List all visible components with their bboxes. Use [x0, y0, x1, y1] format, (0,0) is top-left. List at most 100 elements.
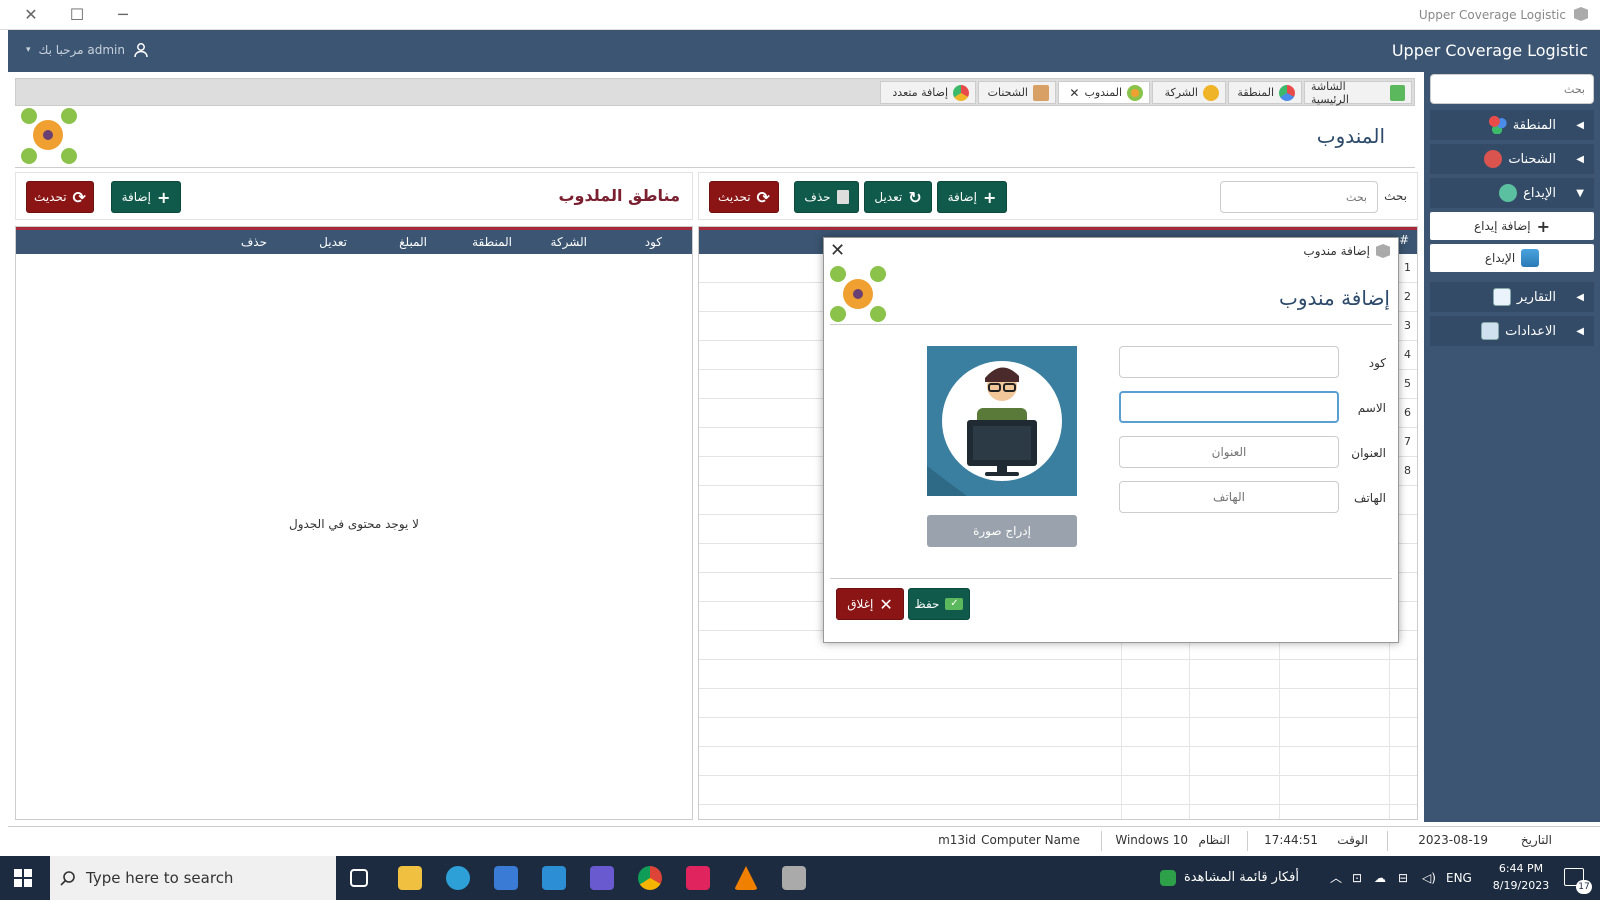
- table-row: [699, 776, 1417, 805]
- tab-close-icon[interactable]: ✕: [1069, 86, 1079, 100]
- col-company[interactable]: الشركة: [551, 235, 587, 249]
- rider-icon[interactable]: [686, 866, 710, 890]
- insert-image-button[interactable]: إدراج صورة: [927, 515, 1077, 547]
- sidebar-search-input[interactable]: [1430, 74, 1594, 104]
- table-row: [699, 747, 1417, 776]
- add-button[interactable]: إضافة +: [937, 181, 1007, 213]
- address-input[interactable]: [1119, 436, 1339, 468]
- status-os: Windows 10: [1115, 833, 1188, 847]
- clock[interactable]: 6:44 PM 8/19/2023: [1486, 860, 1556, 894]
- store-icon[interactable]: [494, 866, 518, 890]
- delegate-logo-icon: [17, 106, 77, 166]
- delegate-regions-table: كود الشركة المنطقة المبلغ تعديل حذف لا ي…: [15, 226, 693, 820]
- vlc-icon[interactable]: [734, 866, 758, 890]
- expand-arrow-icon: ◀: [1576, 291, 1584, 303]
- taskbar: Type here to search أفكار قائمة المشاهدة…: [0, 856, 1600, 900]
- volume-icon[interactable]: ◁): [1422, 856, 1436, 900]
- right-toolbar: تحديث ⟳ حذف تعديل ↻ إضافة + بحث: [698, 172, 1418, 220]
- meet-icon[interactable]: ⊡: [1352, 856, 1362, 900]
- cloud-icon[interactable]: ☁: [1374, 856, 1386, 900]
- sidebar-item-region[interactable]: المنطقة ◀: [1430, 110, 1594, 140]
- user-greeting: مرحبا بك admin: [38, 43, 125, 57]
- code-input[interactable]: [1119, 346, 1339, 378]
- tab-shipments[interactable]: الشحنات: [978, 81, 1056, 104]
- deposit-icon: [1499, 184, 1518, 202]
- window-titlebar: ✕ ☐ ─ Upper Coverage Logistic: [0, 0, 1600, 30]
- app-taskbar-icon[interactable]: [782, 866, 806, 890]
- language-indicator[interactable]: ENG: [1446, 856, 1472, 900]
- region-icon: [1279, 84, 1295, 101]
- left-toolbar: تحديث ⟳ إضافة + مناطق الملدوب: [15, 172, 693, 220]
- col-region[interactable]: المنطقة: [472, 235, 512, 249]
- app-icon: [1574, 7, 1588, 21]
- task-view-icon[interactable]: [350, 869, 368, 887]
- tab-delegate[interactable]: ✕ المندوب: [1058, 81, 1150, 104]
- tab-region[interactable]: المنطقة: [1228, 81, 1302, 104]
- taskbar-search[interactable]: Type here to search: [50, 856, 336, 900]
- maximize-window-button[interactable]: ☐: [62, 4, 92, 26]
- table-row: [699, 718, 1417, 747]
- save-button[interactable]: حفظ ✓: [908, 588, 970, 620]
- status-bar: 2023-08-19 التاريخ الوقت 17:44:51 النظام…: [8, 826, 1600, 854]
- check-icon: ✓: [945, 598, 964, 610]
- close-window-button[interactable]: ✕: [16, 4, 46, 26]
- deposit-icon: [1521, 249, 1540, 267]
- col-amount[interactable]: المبلغ: [399, 235, 427, 249]
- tab-company[interactable]: الشركة: [1152, 81, 1226, 104]
- close-button[interactable]: إغلاق ✕: [836, 588, 904, 620]
- news-widget[interactable]: أفكار قائمة المشاهدة: [1184, 856, 1299, 900]
- sidebar-item-deposit[interactable]: الإيداع ▼: [1430, 178, 1594, 208]
- phone-input[interactable]: [1119, 481, 1339, 513]
- status-computer: m13id: [938, 833, 976, 847]
- edit-button[interactable]: تعديل ↻: [864, 181, 932, 213]
- app-icon: [1376, 244, 1390, 258]
- status-time: 17:44:51: [1264, 833, 1318, 847]
- delegate-regions-title: مناطق الملدوب: [558, 186, 680, 205]
- name-label: الاسم: [1357, 401, 1386, 415]
- tray-chevron-icon[interactable]: ︿: [1330, 856, 1342, 900]
- shipments-icon: [1484, 150, 1503, 168]
- close-icon[interactable]: ✕: [830, 240, 845, 261]
- col-delete[interactable]: حذف: [241, 235, 267, 249]
- tab-home[interactable]: الشاشة الرئيسية: [1304, 80, 1412, 106]
- sidebar: المنطقة ◀ الشحنات ◀ الإيداع ▼ إضافة إيدا…: [1424, 72, 1600, 822]
- tab-add-multiple[interactable]: إضافة متعدد: [880, 81, 976, 104]
- dialog-title: إضافة مندوب: [1303, 244, 1390, 258]
- empty-table-message: لا يوجد محتوى في الجدول: [288, 517, 420, 531]
- network-icon[interactable]: ⊟: [1398, 856, 1408, 900]
- search-label: بحث: [1384, 189, 1407, 203]
- close-icon: ✕: [879, 594, 893, 614]
- edge-icon[interactable]: [446, 866, 470, 890]
- sidebar-item-shipments[interactable]: الشحنات ◀: [1430, 144, 1594, 174]
- brand-title: Upper Coverage Logistic: [1391, 41, 1588, 60]
- sidebar-subitem-add-deposit[interactable]: إضافة إيداع +: [1430, 212, 1594, 240]
- mail-icon[interactable]: [542, 866, 566, 890]
- sidebar-subitem-deposit[interactable]: الإيداع: [1430, 244, 1594, 272]
- box-icon: [1033, 84, 1049, 101]
- minimize-window-button[interactable]: ─: [108, 4, 138, 26]
- left-add-button[interactable]: إضافة +: [111, 181, 181, 213]
- news-icon[interactable]: [1160, 870, 1176, 886]
- delete-button[interactable]: حذف: [794, 181, 859, 213]
- col-code[interactable]: كود: [645, 235, 662, 249]
- dialog-heading: إضافة مندوب: [1278, 286, 1390, 310]
- tab-bar: الشاشة الرئيسية المنطقة الشركة ✕ المندوب…: [15, 78, 1415, 106]
- sidebar-item-reports[interactable]: التقارير ◀: [1430, 282, 1594, 312]
- left-refresh-button[interactable]: تحديث ⟳: [26, 181, 94, 213]
- code-label: كود: [1368, 356, 1386, 370]
- windows-start-icon[interactable]: [14, 869, 32, 887]
- search-input[interactable]: [1220, 181, 1378, 213]
- name-input[interactable]: [1119, 391, 1339, 423]
- sidebar-item-settings[interactable]: الاعدادات ◀: [1430, 316, 1594, 346]
- file-explorer-icon[interactable]: [398, 866, 422, 890]
- avatar-icon: [927, 361, 1062, 496]
- reports-icon: [1492, 288, 1511, 306]
- col-edit[interactable]: تعديل: [319, 235, 347, 249]
- delegate-icon: [1127, 84, 1143, 101]
- expand-arrow-icon: ◀: [1576, 325, 1584, 337]
- refresh-button[interactable]: تحديث ⟳: [709, 181, 779, 213]
- plus-icon: +: [982, 187, 997, 207]
- chrome-icon[interactable]: [638, 866, 662, 890]
- user-menu[interactable]: ▾ مرحبا بك admin: [26, 42, 149, 58]
- media-icon[interactable]: [590, 866, 614, 890]
